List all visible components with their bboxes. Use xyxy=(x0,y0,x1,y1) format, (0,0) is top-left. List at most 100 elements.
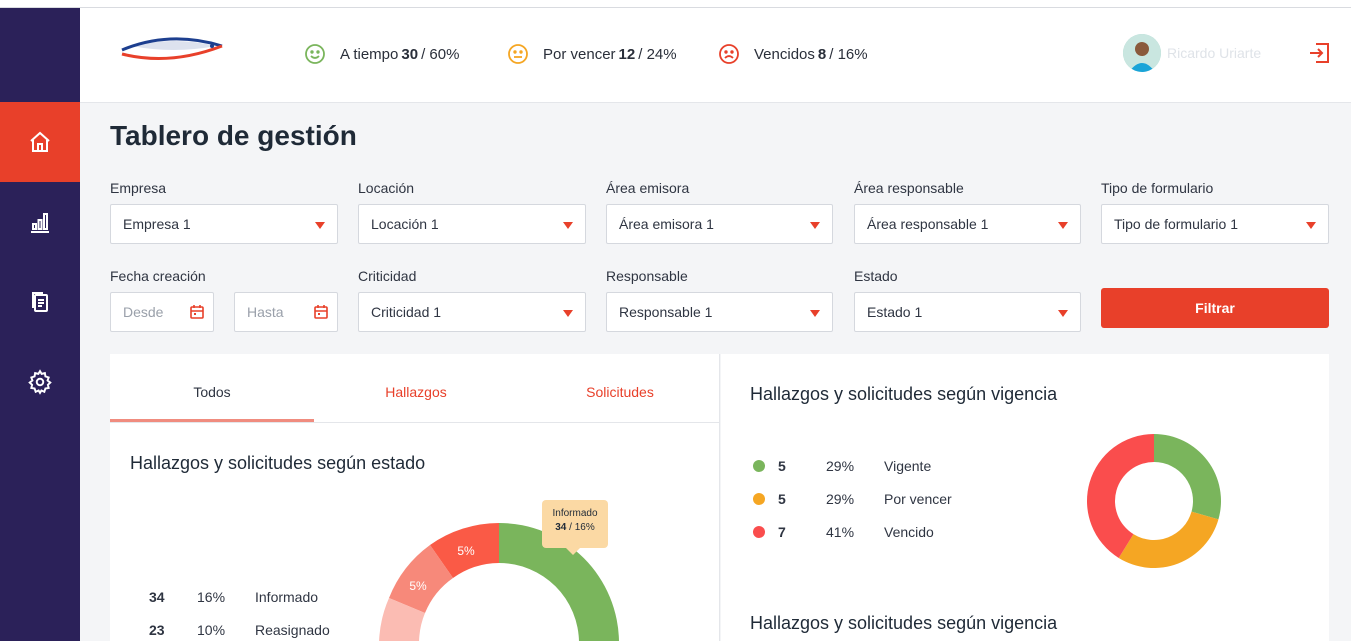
legend-label: Por vencer xyxy=(884,491,952,507)
estado-card: Todos Hallazgos Solicitudes Hallazgos y … xyxy=(110,354,720,641)
stat-label: Por vencer xyxy=(543,45,616,63)
chevron-down-icon xyxy=(810,222,820,229)
stat-count: 30 xyxy=(401,45,419,63)
calendar-icon xyxy=(190,305,204,319)
area-responsable-label: Área responsable xyxy=(854,180,964,196)
chart-tooltip: Informado 34 / 16% xyxy=(542,500,608,555)
chevron-down-icon xyxy=(315,222,325,229)
legend-dot xyxy=(753,493,765,505)
criticidad-value: Criticidad 1 xyxy=(371,304,442,320)
donut-slice-vigente xyxy=(1154,434,1221,520)
fecha-desde-input[interactable]: Desde xyxy=(110,292,214,332)
avatar xyxy=(1123,34,1161,72)
vigencia-donut-chart xyxy=(1087,434,1221,568)
sidebar-item-settings[interactable] xyxy=(0,342,80,422)
logout-icon xyxy=(1310,43,1329,63)
filter-button[interactable]: Filtrar xyxy=(1101,288,1329,328)
active-tab-indicator xyxy=(110,419,314,422)
fecha-hasta-input[interactable]: Hasta xyxy=(234,292,338,332)
tab-bar: Todos Hallazgos Solicitudes xyxy=(110,354,720,423)
donut-slice-por-vencer xyxy=(1118,511,1219,568)
tab-hallazgos[interactable]: Hallazgos xyxy=(314,384,518,400)
user-menu[interactable]: Ricardo Uriarte xyxy=(1123,34,1261,72)
sidebar xyxy=(0,8,80,641)
criticidad-label: Criticidad xyxy=(358,268,417,284)
responsable-label: Responsable xyxy=(606,268,688,284)
legend-item: 7 41% Vencido xyxy=(753,524,934,540)
legend-dot xyxy=(753,526,765,538)
stat-label: Vencidos xyxy=(754,45,815,63)
tooltip-percent: / 16% xyxy=(569,522,595,533)
sidebar-item-reports[interactable] xyxy=(0,182,80,262)
legend-count: 5 xyxy=(778,491,786,507)
area-emisora-select[interactable]: Área emisora 1 xyxy=(606,204,833,244)
neutral-face-icon xyxy=(508,44,528,64)
vigencia-card-title: Hallazgos y solicitudes según vigencia xyxy=(750,384,1058,404)
gear-icon xyxy=(28,369,52,395)
estado-select[interactable]: Estado 1 xyxy=(854,292,1081,332)
tipo-formulario-value: Tipo de formulario 1 xyxy=(1114,216,1238,232)
calendar-icon xyxy=(314,305,328,319)
chevron-down-icon xyxy=(563,310,573,317)
responsable-select[interactable]: Responsable 1 xyxy=(606,292,833,332)
legend-label: Vigente xyxy=(884,458,932,474)
chevron-down-icon xyxy=(563,222,573,229)
vigencia-card-title-2: Hallazgos y solicitudes según vigencia xyxy=(750,613,1058,633)
tooltip-count: 34 xyxy=(555,522,567,533)
row-count: 34 xyxy=(149,589,165,605)
company-logo xyxy=(118,32,228,72)
stat-count: 8 xyxy=(817,45,827,63)
top-border xyxy=(0,0,1351,8)
estado-value: Estado 1 xyxy=(867,304,923,320)
fecha-hasta-placeholder: Hasta xyxy=(247,304,284,320)
legend-dot xyxy=(753,460,765,472)
locacion-select[interactable]: Locación 1 xyxy=(358,204,586,244)
chevron-down-icon xyxy=(810,310,820,317)
tooltip-label: Informado xyxy=(552,508,598,519)
responsable-value: Responsable 1 xyxy=(619,304,713,320)
legend-count: 5 xyxy=(778,458,786,474)
stat-percent: / 24% xyxy=(638,45,677,63)
legend-label: Vencido xyxy=(884,524,934,540)
empresa-value: Empresa 1 xyxy=(123,216,191,232)
page-title: Tablero de gestión xyxy=(110,120,357,151)
row-count: 23 xyxy=(149,622,165,638)
locacion-value: Locación 1 xyxy=(371,216,439,232)
empresa-select[interactable]: Empresa 1 xyxy=(110,204,338,244)
locacion-label: Locación xyxy=(358,180,415,196)
area-responsable-value: Área responsable 1 xyxy=(867,216,989,232)
tipo-formulario-label: Tipo de formulario xyxy=(1101,180,1214,196)
list-item: 34 16% Informado xyxy=(149,589,318,605)
legend-item: 5 29% Por vencer xyxy=(753,491,952,507)
row-percent: 16% xyxy=(197,589,226,605)
estado-label: Estado xyxy=(854,268,898,284)
area-responsable-select[interactable]: Área responsable 1 xyxy=(854,204,1081,244)
tab-solicitudes[interactable]: Solicitudes xyxy=(518,384,722,400)
criticidad-select[interactable]: Criticidad 1 xyxy=(358,292,586,332)
fecha-creacion-label: Fecha creación xyxy=(110,268,206,284)
sad-face-icon xyxy=(719,44,739,64)
legend-item: 5 29% Vigente xyxy=(753,458,931,474)
legend-count: 7 xyxy=(778,524,786,540)
documents-icon xyxy=(32,292,48,312)
empresa-label: Empresa xyxy=(110,180,167,196)
tipo-formulario-select[interactable]: Tipo de formulario 1 xyxy=(1101,204,1329,244)
logout-button[interactable] xyxy=(1308,42,1330,69)
sidebar-item-documents[interactable] xyxy=(0,262,80,342)
row-percent: 10% xyxy=(197,622,226,638)
stat-label: A tiempo xyxy=(340,45,399,63)
legend-percent: 41% xyxy=(826,524,855,540)
home-icon xyxy=(30,131,50,152)
legend-percent: 29% xyxy=(826,491,855,507)
stat-percent: / 60% xyxy=(421,45,460,63)
sidebar-item-home[interactable] xyxy=(0,102,80,182)
slice-label: 5% xyxy=(409,579,427,593)
area-emisora-label: Área emisora xyxy=(606,180,690,196)
tab-todos[interactable]: Todos xyxy=(110,384,314,400)
stat-on-time: A tiempo 30 / 60% xyxy=(304,43,459,65)
row-label: Reasignado xyxy=(255,622,330,638)
bar-chart-icon xyxy=(31,213,49,233)
slice-label: 5% xyxy=(457,544,475,558)
row-label: Informado xyxy=(255,589,319,605)
user-name: Ricardo Uriarte xyxy=(1167,45,1262,61)
